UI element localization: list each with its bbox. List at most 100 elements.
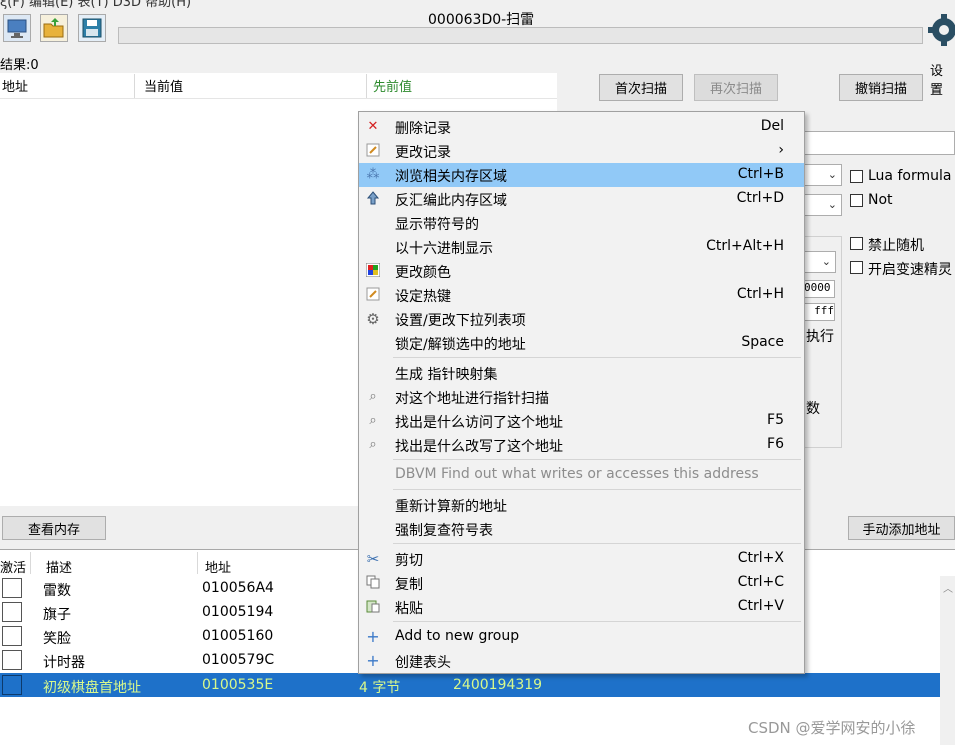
- menu-item-set-hotkey[interactable]: 设定热键 Ctrl+H: [359, 283, 804, 307]
- find-access-icon: ⌕: [369, 413, 377, 428]
- menu-item-show-hex[interactable]: 以十六进制显示 Ctrl+Alt+H: [359, 235, 804, 259]
- view-memory-button[interactable]: 查看内存: [2, 516, 106, 540]
- row-description: 旗子: [43, 607, 71, 623]
- first-scan-button[interactable]: 首次扫描: [599, 74, 683, 101]
- menu-bar[interactable]: ξ(F) 编辑(E) 表(T) D3D 帮助(H): [0, 0, 191, 10]
- submenu-arrow-icon: ›: [778, 142, 784, 158]
- not-checkbox[interactable]: [850, 194, 863, 207]
- menu-separator: [393, 357, 801, 358]
- menu-item-find-write[interactable]: ⌕ 找出是什么改写了这个地址 F6: [359, 433, 804, 457]
- col-header-current[interactable]: 当前值: [144, 76, 183, 95]
- active-checkbox[interactable]: [2, 578, 22, 598]
- context-menu[interactable]: ✕ 删除记录 Del 更改记录 › ⁂ 浏览相关内存区域 Ctrl+B 反汇编此内存区…: [358, 111, 805, 674]
- menu-item-recheck-symbols[interactable]: 强制复查符号表: [359, 517, 804, 541]
- row-address: 0100535E: [202, 677, 274, 693]
- settings-gear-icon[interactable]: [928, 8, 955, 52]
- menu-item-change-record[interactable]: 更改记录 ›: [359, 139, 804, 163]
- end-address-input[interactable]: fff: [803, 303, 835, 321]
- browse-memory-icon: ⁂: [366, 167, 380, 182]
- table-scrollbar[interactable]: [940, 576, 955, 745]
- chevron-down-icon: ⌄: [827, 198, 837, 211]
- value-type-combo[interactable]: ⌄: [800, 194, 842, 216]
- undo-scan-button[interactable]: 撤销扫描: [839, 74, 923, 101]
- open-file-icon[interactable]: [40, 14, 68, 42]
- table-row-selected[interactable]: 初级棋盘首地址 0100535E 4 字节 2400194319: [0, 673, 940, 697]
- menu-item-copy[interactable]: 复制 Ctrl+C: [359, 571, 804, 595]
- save-icon[interactable]: [78, 14, 106, 42]
- active-checkbox[interactable]: [2, 650, 22, 670]
- cut-icon: ✂: [366, 550, 380, 568]
- scroll-up-icon[interactable]: ︿: [943, 580, 953, 595]
- menu-item-dbvm[interactable]: DBVM Find out what writes or accesses th…: [359, 463, 804, 487]
- col-header-active[interactable]: 激活: [0, 557, 26, 576]
- plus-icon: +: [366, 651, 380, 670]
- row-type: 4 字节: [359, 680, 401, 696]
- value-input[interactable]: [800, 131, 955, 155]
- scan-progress-bar: [118, 27, 923, 44]
- menu-item-add-group[interactable]: + Add to new group: [359, 625, 804, 649]
- header-divider: [0, 98, 557, 99]
- menu-separator: [393, 489, 801, 490]
- add-address-manually-button[interactable]: 手动添加地址: [848, 516, 955, 540]
- chevron-down-icon: ⌄: [821, 255, 831, 268]
- row-description: 笑脸: [43, 631, 71, 647]
- results-count: 结果:0: [0, 58, 39, 73]
- col-header-previous[interactable]: 先前值: [373, 76, 412, 95]
- open-process-icon[interactable]: [3, 14, 31, 42]
- disassemble-icon: [365, 191, 381, 207]
- settings-label[interactable]: 设置: [930, 60, 955, 98]
- speedhack-checkbox[interactable]: [850, 261, 863, 274]
- row-value: 2400194319: [453, 677, 543, 693]
- menu-item-browse-memory[interactable]: ⁂ 浏览相关内存区域 Ctrl+B: [359, 163, 804, 187]
- menu-item-disassemble[interactable]: 反汇编此内存区域 Ctrl+D: [359, 187, 804, 211]
- watermark: CSDN @爱学网安的小徐: [748, 719, 916, 737]
- menu-separator: [393, 621, 801, 622]
- menu-item-pointermap[interactable]: 生成 指针映射集: [359, 361, 804, 385]
- row-description: 初级棋盘首地址: [43, 680, 141, 696]
- row-address: 01005194: [202, 604, 274, 620]
- find-write-icon: ⌕: [369, 437, 377, 452]
- menu-item-cut[interactable]: ✂ 剪切 Ctrl+X: [359, 547, 804, 571]
- menu-item-delete[interactable]: ✕ 删除记录 Del: [359, 115, 804, 139]
- window-title: 000063D0-扫雷: [428, 12, 535, 28]
- menu-item-dropdown-list[interactable]: ⚙ 设置/更改下拉列表项: [359, 307, 804, 331]
- speedhack-label: 开启变速精灵: [868, 262, 952, 278]
- start-address-input[interactable]: 0000: [803, 280, 835, 298]
- edit-icon: [365, 143, 381, 159]
- fast-scan-label-fragment: 数: [806, 401, 820, 417]
- col-header-address[interactable]: 地址: [205, 557, 231, 576]
- menu-item-create-header[interactable]: + 创建表头: [359, 649, 804, 673]
- next-scan-button[interactable]: 再次扫描: [694, 74, 778, 101]
- col-header-address[interactable]: 地址: [2, 76, 28, 95]
- row-address: 01005160: [202, 628, 274, 644]
- menu-item-change-color[interactable]: 更改颜色: [359, 259, 804, 283]
- not-label: Not: [868, 192, 893, 208]
- row-description: 雷数: [43, 583, 71, 599]
- hotkey-icon: [365, 287, 381, 303]
- menu-separator: [393, 459, 801, 460]
- col-divider: [197, 552, 198, 574]
- menu-item-show-signed[interactable]: 显示带符号的: [359, 211, 804, 235]
- scan-type-combo[interactable]: ⌄: [800, 164, 842, 186]
- disable-random-checkbox[interactable]: [850, 237, 863, 250]
- menu-item-paste[interactable]: 粘贴 Ctrl+V: [359, 595, 804, 619]
- menu-item-find-access[interactable]: ⌕ 找出是什么访问了这个地址 F5: [359, 409, 804, 433]
- menu-item-freeze[interactable]: 锁定/解锁选中的地址 Space: [359, 331, 804, 355]
- col-divider: [366, 74, 367, 98]
- active-checkbox[interactable]: [2, 626, 22, 646]
- gear-icon: ⚙: [366, 310, 380, 328]
- memory-region-combo[interactable]: ⌄: [800, 251, 836, 273]
- row-address: 010056A4: [202, 580, 274, 596]
- menu-separator: [393, 543, 801, 544]
- row-address: 0100579C: [202, 652, 275, 668]
- color-icon: [365, 262, 381, 279]
- copy-icon: [365, 575, 381, 591]
- col-divider: [134, 74, 135, 98]
- menu-item-pointer-scan[interactable]: ⌕ 对这个地址进行指针扫描: [359, 385, 804, 409]
- active-checkbox[interactable]: [2, 602, 22, 622]
- active-checkbox[interactable]: [2, 675, 22, 695]
- col-header-description[interactable]: 描述: [46, 557, 72, 576]
- lua-formula-checkbox[interactable]: [850, 170, 863, 183]
- lua-formula-label: Lua formula: [868, 168, 952, 184]
- menu-item-recalculate[interactable]: 重新计算新的地址: [359, 493, 804, 517]
